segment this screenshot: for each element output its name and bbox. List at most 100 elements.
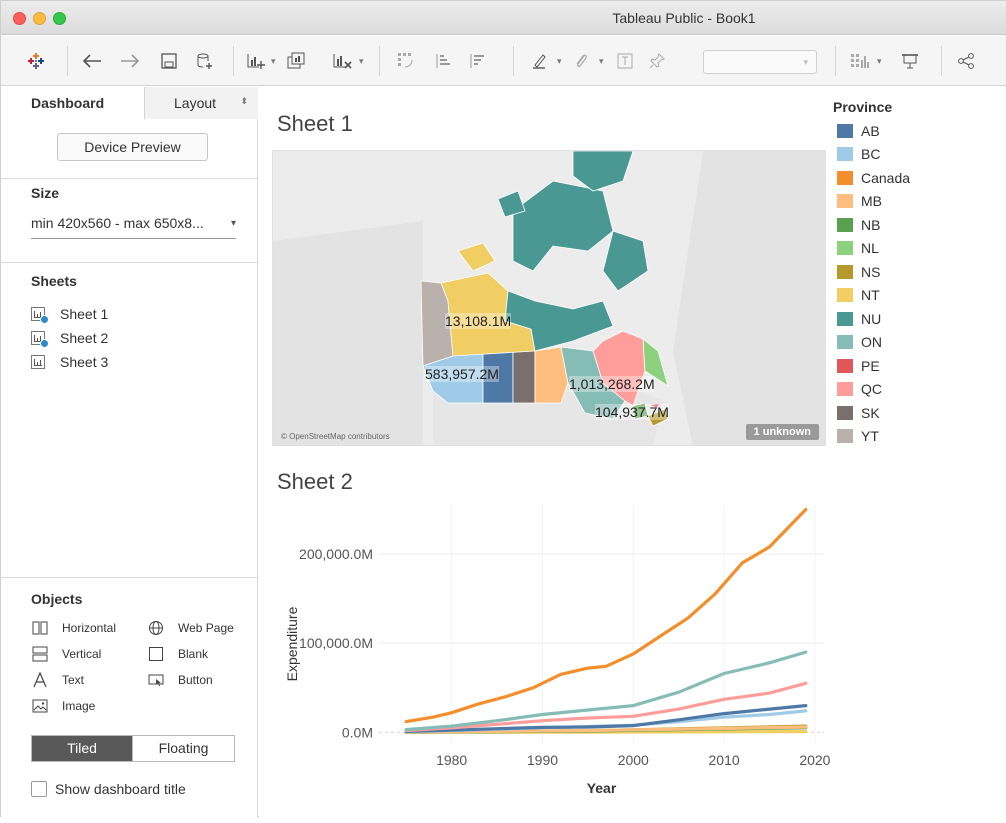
object-vertical[interactable]: Vertical [31,644,101,664]
object-label: Text [62,673,85,687]
object-blank[interactable]: Blank [147,644,208,664]
tab-dashboard[interactable]: Dashboard [1,87,145,119]
region-nu-islands[interactable] [512,180,614,272]
legend-label: NL [861,240,879,257]
legend-item-on[interactable]: ON [833,331,993,355]
fix-axes-pin-icon[interactable] [647,50,667,72]
legend-swatch [837,405,853,420]
object-label: Image [62,699,96,713]
tiled-button[interactable]: Tiled [32,736,132,761]
map-value-label: 583,957.2M [425,366,499,382]
legend-title: Province [833,99,893,115]
toolbar-separator [379,46,380,76]
floating-button[interactable]: Floating [132,736,234,761]
clear-sheet-dropdown[interactable]: ▾ [359,50,371,72]
legend-swatch [837,241,853,256]
legend-item-mb[interactable]: MB [833,190,993,214]
x-tick-label: 1980 [436,752,467,768]
x-tick-label: 2010 [709,752,740,768]
new-data-source-icon[interactable] [195,50,215,72]
app-window: Tableau Public - Book1 ▾ ▾ ▾ ▾ ▾ ▾ Dashb… [0,0,1006,818]
highlight-dropdown[interactable]: ▾ [557,50,569,72]
share-icon[interactable] [955,50,977,72]
horizontal-icon [31,620,49,636]
legend-swatch [837,335,853,350]
region-sk[interactable] [512,350,536,404]
tab-stepper-icon: ⬍ [240,96,248,106]
object-web-page[interactable]: Web Page [147,618,234,638]
object-button[interactable]: Button [147,670,213,690]
land-background [673,151,825,445]
sort-descending-icon[interactable] [467,50,487,72]
sheet-list-item[interactable]: Sheet 2 [31,327,108,349]
map-value-label: 1,013,268.2M [569,376,655,392]
series-line-canada[interactable] [404,507,808,724]
legend-item-pe[interactable]: PE [833,354,993,378]
show-dashboard-title-row[interactable]: Show dashboard title [31,779,186,799]
toolbar-separator [67,46,68,76]
back-arrow-icon[interactable] [81,50,103,72]
presentation-mode-icon[interactable] [899,50,921,72]
group-members-icon[interactable] [571,50,591,72]
highlight-pen-icon[interactable] [529,50,549,72]
size-dropdown[interactable]: min 420x560 - max 650x8... ▾ [31,215,236,239]
show-mark-labels-icon[interactable] [615,50,635,72]
legend-item-nl[interactable]: NL [833,237,993,261]
object-text[interactable]: Text [31,670,84,690]
unknown-indicator-badge[interactable]: 1 unknown [745,424,819,440]
province-map[interactable]: 13,108.1M 583,957.2M 1,013,268.2M 104,93… [272,150,826,446]
region-nt-island[interactable] [457,242,496,272]
device-preview-button[interactable]: Device Preview [57,133,208,161]
sheet-list-item[interactable]: Sheet 1 [31,303,108,325]
legend-item-nt[interactable]: NT [833,284,993,308]
legend-item-ns[interactable]: NS [833,260,993,284]
legend-item-yt[interactable]: YT [833,425,993,449]
new-worksheet-icon[interactable] [245,50,267,72]
legend-item-bc[interactable]: BC [833,143,993,167]
section-divider [1,577,258,578]
legend-label: ON [861,334,882,351]
legend-label: NU [861,310,882,327]
region-nu-islands[interactable] [572,151,634,192]
show-me-icon[interactable] [849,50,871,72]
legend-label: PE [861,357,880,374]
legend-swatch [837,429,853,444]
object-label: Vertical [62,647,102,661]
object-image[interactable]: Image [31,696,95,716]
sort-ascending-icon[interactable] [433,50,453,72]
show-dashboard-title-checkbox[interactable] [31,781,47,797]
sheet-list-item[interactable]: Sheet 3 [31,351,108,373]
legend-item-ab[interactable]: AB [833,119,993,143]
fit-dropdown[interactable]: ▾ [703,50,817,74]
legend-item-qc[interactable]: QC [833,378,993,402]
duplicate-sheet-icon[interactable] [285,50,307,72]
legend-item-nu[interactable]: NU [833,307,993,331]
y-tick-label: 200,000.0M [299,546,373,562]
tab-layout[interactable]: Layout ⬍ [145,87,258,119]
save-icon[interactable] [159,50,179,72]
toolbar-separator [941,46,942,76]
window-title: Tableau Public - Book1 [612,10,756,26]
legend-items: AB BC Canada MB NB NL NS NT NU ON PE QC SK YT [833,119,993,448]
swap-rows-columns-icon[interactable] [395,50,417,72]
forward-arrow-icon[interactable] [119,50,141,72]
in-use-check-icon [40,315,49,324]
new-worksheet-dropdown[interactable]: ▾ [271,50,283,72]
object-horizontal[interactable]: Horizontal [31,618,116,638]
blank-icon [147,646,165,662]
tableau-logo-icon[interactable] [25,50,47,72]
object-label: Web Page [178,621,234,635]
worksheet-icon [31,355,45,369]
group-dropdown[interactable]: ▾ [599,50,611,72]
province-legend: Province AB BC Canada MB NB NL NS NT NU ON PE QC SK Y… [833,99,993,448]
legend-label: AB [861,122,880,139]
show-me-dropdown[interactable]: ▾ [877,50,889,72]
legend-item-nb[interactable]: NB [833,213,993,237]
worksheet-icon [31,331,49,348]
y-axis-title: Expenditure [284,606,300,681]
expenditure-line-chart[interactable]: 0.0M 100,000.0M 200,000.0M 1980 1990 2000 2010… [269,499,839,818]
legend-item-sk[interactable]: SK [833,401,993,425]
region-nu-islands[interactable] [602,230,649,292]
clear-sheet-icon[interactable] [331,50,353,72]
legend-item-canada[interactable]: Canada [833,166,993,190]
